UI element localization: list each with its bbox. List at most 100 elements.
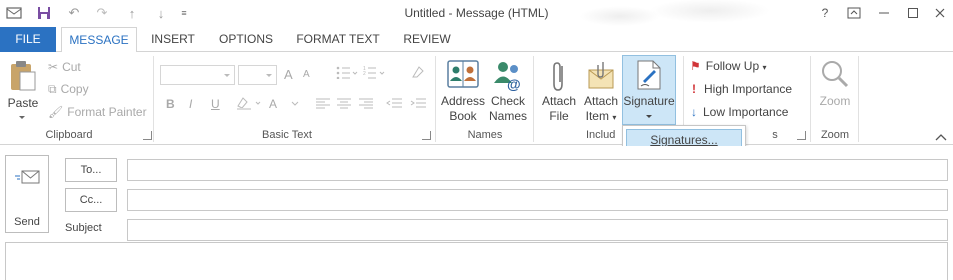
numbering-icon[interactable]: 12 <box>363 65 387 82</box>
close-icon[interactable] <box>929 4 951 22</box>
tab-review[interactable]: REVIEW <box>394 27 460 52</box>
align-right-icon[interactable] <box>359 98 373 112</box>
chevron-down-icon: ▾ <box>762 63 767 72</box>
bullets-icon[interactable] <box>336 65 358 82</box>
highlight-color-icon[interactable] <box>236 96 264 113</box>
clipboard-dialog-launcher[interactable] <box>143 131 152 140</box>
follow-up-button[interactable]: ⚑ Follow Up ▾ <box>690 59 766 73</box>
to-field[interactable] <box>127 159 948 181</box>
clear-formatting-icon[interactable] <box>410 65 426 82</box>
format-painter-button[interactable]: 🖌 Format Painter <box>48 105 147 119</box>
address-book-line2: Book <box>449 109 477 123</box>
font-size-combo[interactable] <box>238 65 277 85</box>
zoom-group-label: Zoom <box>820 129 850 141</box>
down-arrow-icon: ↓ <box>691 105 697 119</box>
chevron-down-icon <box>19 116 25 119</box>
copy-label: Copy <box>60 82 89 96</box>
help-button[interactable]: ? <box>814 4 836 22</box>
underline-button[interactable]: U <box>211 97 220 111</box>
compose-area: Send To... Cc... Subject <box>0 146 953 280</box>
chevron-down-icon: ▾ <box>612 113 617 122</box>
font-color-button[interactable]: A <box>269 97 277 111</box>
address-book-button[interactable]: Address Book <box>440 56 486 126</box>
group-separator <box>153 56 154 142</box>
signature-label: Signature <box>623 94 675 108</box>
scissors-icon: ✂ <box>48 60 59 74</box>
bold-button[interactable]: B <box>166 97 175 111</box>
copy-icon: ⧉ <box>48 82 57 96</box>
minimize-icon[interactable] <box>873 4 895 22</box>
cut-label: Cut <box>62 60 81 74</box>
window-title: Untitled - Message (HTML) <box>404 6 549 20</box>
ribbon-display-options-icon[interactable] <box>843 4 865 22</box>
chevron-down-icon <box>646 115 652 118</box>
cc-field[interactable] <box>127 189 948 211</box>
attach-item-icon <box>588 62 614 89</box>
copy-button[interactable]: ⧉ Copy <box>48 82 89 97</box>
include-group-label: Includ <box>586 129 616 141</box>
send-label: Send <box>14 216 40 228</box>
group-separator <box>533 56 534 142</box>
tab-message[interactable]: MESSAGE <box>61 27 137 53</box>
group-separator <box>858 56 859 142</box>
check-names-icon: @ <box>494 62 521 91</box>
magnifier-icon <box>822 61 849 88</box>
to-button[interactable]: To... <box>65 158 117 182</box>
paste-button[interactable]: Paste <box>4 56 42 126</box>
check-names-button[interactable]: @ Check Names <box>487 56 529 126</box>
address-book-icon <box>447 60 479 88</box>
subject-label: Subject <box>65 222 102 234</box>
send-button[interactable]: Send <box>5 155 49 233</box>
tab-file[interactable]: FILE <box>0 27 56 52</box>
outlook-compose-window: ↶ ↷ ↑ ↓ ≡ Untitled - Message (HTML) ? FI… <box>0 0 953 280</box>
exclamation-icon: ! <box>692 82 696 96</box>
title-bar: ↶ ↷ ↑ ↓ ≡ Untitled - Message (HTML) ? <box>0 0 953 27</box>
paintbrush-icon: 🖌 <box>48 105 64 119</box>
clipboard-group-label: Clipboard <box>45 129 93 141</box>
paste-icon <box>11 61 36 91</box>
attach-item-button[interactable]: Attach Item ▾ <box>580 56 622 126</box>
follow-up-label: Follow Up <box>705 59 760 73</box>
basic-text-dialog-launcher[interactable] <box>422 131 431 140</box>
font-name-combo[interactable] <box>160 65 235 85</box>
increase-indent-icon[interactable] <box>410 98 426 112</box>
subject-field[interactable] <box>127 219 948 241</box>
italic-button[interactable]: I <box>189 97 192 111</box>
attach-file-line2: File <box>549 109 569 123</box>
tab-options[interactable]: OPTIONS <box>210 27 282 52</box>
paperclip-icon <box>553 62 563 91</box>
high-importance-label: High Importance <box>704 82 793 96</box>
grow-font-icon[interactable]: A <box>284 67 293 82</box>
tags-group-label: s <box>772 129 778 141</box>
low-importance-label: Low Importance <box>703 105 789 119</box>
zoom-button[interactable]: Zoom <box>814 56 856 126</box>
attach-file-line1: Attach <box>541 94 577 108</box>
svg-text:@: @ <box>507 76 521 91</box>
flag-icon: ⚑ <box>690 59 701 73</box>
signature-button[interactable]: Signature <box>622 55 676 125</box>
names-group-label: Names <box>467 129 503 141</box>
group-separator <box>435 56 436 142</box>
tags-dialog-launcher[interactable] <box>797 131 806 140</box>
check-names-line2: Names <box>488 109 527 123</box>
send-envelope-icon <box>15 170 40 184</box>
high-importance-button[interactable]: ! High Importance <box>692 82 792 96</box>
paste-label: Paste <box>7 96 39 110</box>
message-body[interactable] <box>5 242 948 280</box>
attach-file-button[interactable]: Attach File <box>538 56 580 126</box>
collapse-ribbon-icon[interactable] <box>935 130 947 144</box>
shrink-font-icon[interactable]: A <box>303 69 310 80</box>
align-center-icon[interactable] <box>337 98 351 112</box>
align-left-icon[interactable] <box>316 98 330 112</box>
tab-format-text[interactable]: FORMAT TEXT <box>288 27 388 52</box>
attach-item-label: Item <box>585 109 609 123</box>
cc-button[interactable]: Cc... <box>65 188 117 212</box>
low-importance-button[interactable]: ↓ Low Importance <box>691 105 788 119</box>
maximize-icon[interactable] <box>902 4 924 22</box>
chevron-down-icon <box>291 96 299 110</box>
tab-insert[interactable]: INSERT <box>142 27 204 52</box>
decrease-indent-icon[interactable] <box>386 98 402 112</box>
cut-button[interactable]: ✂ Cut <box>48 60 81 74</box>
check-names-line1: Check <box>490 94 525 108</box>
basic-text-group-label: Basic Text <box>262 129 312 141</box>
